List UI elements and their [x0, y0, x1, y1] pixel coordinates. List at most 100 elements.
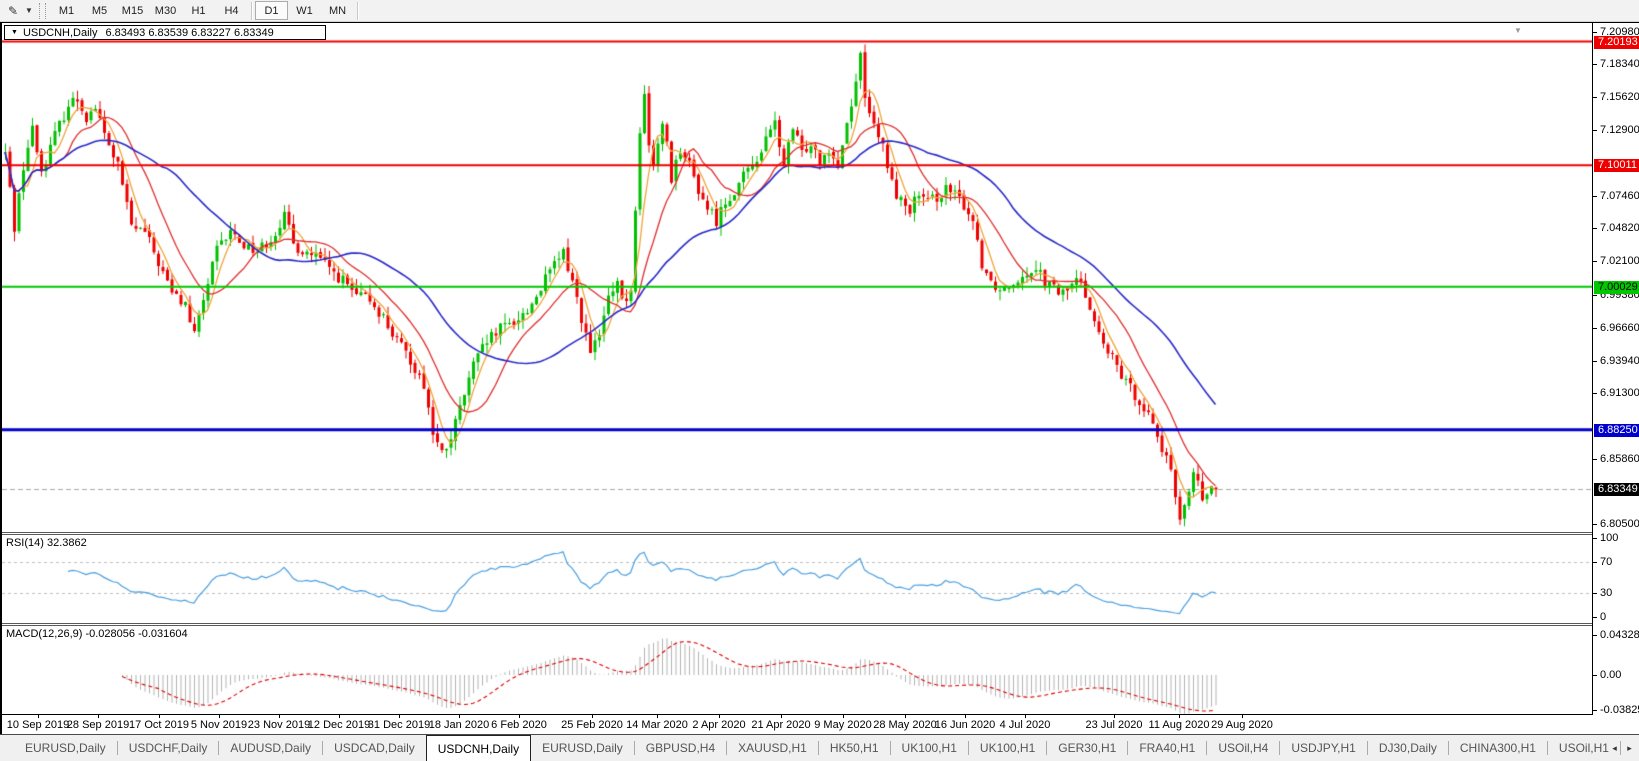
rsi-indicator-canvas[interactable] [2, 535, 1592, 623]
chart-tab-usdcad-daily[interactable]: USDCAD,Daily [323, 735, 426, 761]
date-axis-label: 2 Apr 2020 [692, 719, 745, 731]
price-level-label: 7.00029 [1594, 281, 1639, 294]
timeframe-button-d1[interactable]: D1 [255, 1, 288, 20]
macd-pane: MACD(12,26,9) -0.028056 -0.031604 [2, 626, 1592, 714]
price-axis-tick: 6.80500 [1593, 518, 1639, 531]
date-axis-label: 23 Nov 2019 [248, 719, 310, 731]
macd-indicator-canvas[interactable] [2, 626, 1592, 714]
price-axis-tick: 7.07460 [1593, 190, 1639, 203]
chart-tab-usdcnh-daily[interactable]: USDCNH,Daily [426, 735, 531, 761]
date-axis-tick [219, 715, 220, 718]
chart-tab-usdjpy-h1[interactable]: USDJPY,H1 [1280, 735, 1366, 761]
toolbar-drag-handle[interactable] [39, 3, 46, 19]
chart-tab-china300-h1[interactable]: CHINA300,H1 [1449, 735, 1547, 761]
timeframe-button-w1[interactable]: W1 [288, 1, 321, 20]
chart-tools-icon[interactable]: ✎ [3, 2, 23, 20]
macd-axis-tick: 0.043285 [1593, 629, 1639, 642]
chart-tab-uk100-h1[interactable]: UK100,H1 [969, 735, 1046, 761]
timeframe-button-m5[interactable]: M5 [83, 1, 116, 20]
trading-app-window: ✎ ▼ M1M5M15M30H1H4 D1W1MN ▼ USDCNH,Daily … [0, 0, 1639, 761]
rsi-axis-tick: 30 [1593, 587, 1639, 600]
date-axis-label: 18 Jan 2020 [429, 719, 490, 731]
timeframe-button-m15[interactable]: M15 [116, 1, 149, 20]
chart-title-caret-icon[interactable]: ▼ [11, 29, 18, 36]
price-axis-tick: 6.85860 [1593, 453, 1639, 466]
price-axis-tick: 7.18340 [1593, 58, 1639, 71]
price-scale[interactable]: 7.209807.183407.156207.129007.074607.048… [1592, 23, 1639, 715]
chart-tab-hk50-h1[interactable]: HK50,H1 [819, 735, 890, 761]
price-level-label: 7.20193 [1594, 36, 1639, 49]
chart-tab-audusd-daily[interactable]: AUDUSD,Daily [219, 735, 322, 761]
timeframe-button-h4[interactable]: H4 [215, 1, 248, 20]
timeframe-button-m30[interactable]: M30 [149, 1, 182, 20]
chevron-down-icon[interactable]: ▼ [23, 6, 35, 15]
toolbar-separator [357, 2, 358, 20]
date-axis-label: 29 Aug 2020 [1211, 719, 1273, 731]
chart-tab-eurusd-daily[interactable]: EURUSD,Daily [14, 735, 117, 761]
date-axis-label: 12 Dec 2019 [308, 719, 370, 731]
tab-bar-spacer [0, 735, 14, 761]
rsi-label: RSI(14) 32.3862 [6, 537, 87, 549]
timeframe-toolbar: ✎ ▼ M1M5M15M30H1H4 D1W1MN [0, 0, 1639, 22]
price-chart-canvas[interactable] [2, 23, 1592, 532]
chart-tab-usoil-h4[interactable]: USOil,H4 [1207, 735, 1279, 761]
date-axis-tick [592, 715, 593, 718]
date-axis-label: 31 Dec 2019 [368, 719, 430, 731]
rsi-axis-tick: 0 [1593, 611, 1639, 624]
date-axis-tick [719, 715, 720, 718]
date-axis-label: 10 Sep 2019 [7, 719, 69, 731]
date-axis-tick [781, 715, 782, 718]
chart-title-symbol: USDCNH,Daily [23, 27, 98, 39]
chart-title-quotes: 6.83493 6.83539 6.83227 6.83349 [106, 27, 274, 39]
chart-tab-fra40-h1[interactable]: FRA40,H1 [1128, 735, 1206, 761]
date-axis-label: 5 Nov 2019 [191, 719, 247, 731]
timeframe-buttons: M1M5M15M30H1H4 D1W1MN [50, 1, 361, 20]
date-axis-label: 23 Jul 2020 [1086, 719, 1143, 731]
date-axis-label: 9 May 2020 [814, 719, 871, 731]
date-axis-tick [1025, 715, 1026, 718]
date-axis-tick [279, 715, 280, 718]
price-axis-tick: 7.04820 [1593, 222, 1639, 235]
price-axis-tick: 6.91300 [1593, 387, 1639, 400]
chart-window: ▼ USDCNH,Daily 6.83493 6.83539 6.83227 6… [0, 22, 1639, 734]
price-axis-tick: 6.93940 [1593, 355, 1639, 368]
chart-tab-usdchf-daily[interactable]: USDCHF,Daily [118, 735, 219, 761]
date-axis[interactable]: 10 Sep 201928 Sep 201917 Oct 20195 Nov 2… [2, 715, 1639, 735]
date-axis-tick [339, 715, 340, 718]
rsi-axis-tick: 100 [1593, 532, 1639, 545]
chart-tab-uk100-h1[interactable]: UK100,H1 [891, 735, 968, 761]
date-axis-tick [657, 715, 658, 718]
price-level-label: 7.10011 [1594, 159, 1639, 172]
date-axis-tick [38, 715, 39, 718]
macd-axis-tick: 0.00 [1593, 669, 1639, 682]
toolbar-separator [251, 2, 252, 20]
chart-tab-ger30-h1[interactable]: GER30,H1 [1047, 735, 1127, 761]
date-axis-tick [1114, 715, 1115, 718]
tab-scroll-left-icon[interactable]: ◂ [1607, 738, 1622, 758]
rsi-pane: RSI(14) 32.3862 [2, 535, 1592, 623]
date-axis-label: 25 Feb 2020 [561, 719, 623, 731]
date-axis-label: 28 Sep 2019 [67, 719, 129, 731]
chart-tab-gbpusd-h4[interactable]: GBPUSD,H4 [635, 735, 726, 761]
chart-tab-dj30-daily[interactable]: DJ30,Daily [1368, 735, 1448, 761]
price-level-label: 6.88250 [1594, 424, 1639, 437]
date-axis-tick [159, 715, 160, 718]
timeframe-button-mn[interactable]: MN [321, 1, 354, 20]
price-pane: ▼ USDCNH,Daily 6.83493 6.83539 6.83227 6… [2, 23, 1592, 532]
chart-tab-eurusd-daily[interactable]: EURUSD,Daily [531, 735, 634, 761]
date-axis-label: 28 May 2020 [873, 719, 937, 731]
chart-shift-marker-icon[interactable]: ▼ [1514, 26, 1522, 35]
chart-tab-xauusd-h1[interactable]: XAUUSD,H1 [727, 735, 818, 761]
price-axis-tick: 7.15620 [1593, 91, 1639, 104]
price-level-label: 6.83349 [1594, 483, 1639, 496]
chart-title-box: ▼ USDCNH,Daily 6.83493 6.83539 6.83227 6… [4, 25, 326, 40]
date-axis-label: 6 Feb 2020 [491, 719, 547, 731]
date-axis-tick [519, 715, 520, 718]
tab-scroll-right-icon[interactable]: ▸ [1622, 738, 1637, 758]
timeframe-button-m1[interactable]: M1 [50, 1, 83, 20]
timeframe-button-h1[interactable]: H1 [182, 1, 215, 20]
chart-tab-bar: EURUSD,DailyUSDCHF,DailyAUDUSD,DailyUSDC… [0, 734, 1639, 761]
tab-scroll-arrows: ◂▸ [1607, 735, 1637, 761]
date-axis-tick [459, 715, 460, 718]
date-axis-label: 4 Jul 2020 [1000, 719, 1051, 731]
